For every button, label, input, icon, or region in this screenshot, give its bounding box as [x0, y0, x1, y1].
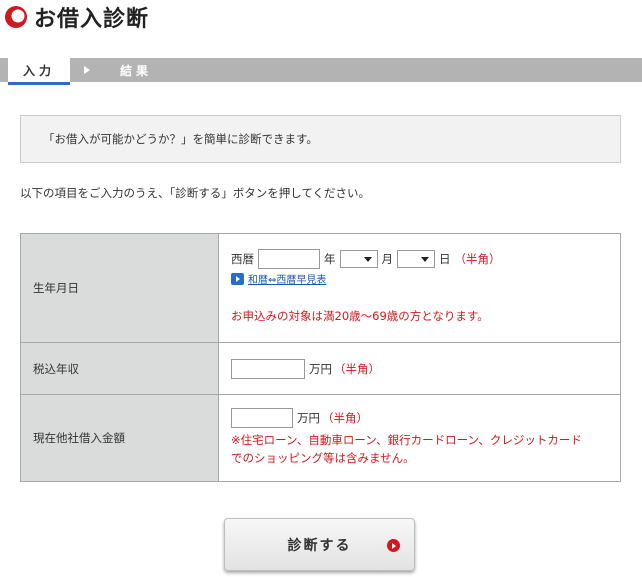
era-label: 西暦 [231, 252, 254, 266]
play-circle-icon [387, 539, 400, 552]
income-unit: 万円 [309, 361, 332, 376]
debt-unit: 万円 [297, 411, 320, 425]
page-header: お借入診断 [4, 2, 149, 32]
chevron-down-icon [421, 257, 429, 262]
debt-note-line1: ※住宅ローン、自動車ローン、銀行カードローン、クレジットカード [231, 433, 582, 447]
birth-month-select[interactable] [339, 250, 378, 268]
instruction-text: 以下の項目をご入力のうえ、「診断する」ボタンを押してください。 [20, 186, 371, 200]
diagnose-button[interactable]: 診断する [224, 518, 415, 571]
form-row-debt: 現在他社借入金額 万円 （半角） ※住宅ローン、自動車ローン、銀行カードローン、… [20, 394, 621, 482]
form-row-income: 税込年収 万円 （半角） [20, 342, 621, 395]
birth-year-input[interactable] [258, 249, 320, 269]
debt-note-line2: でのショッピング等は含みません。 [231, 451, 415, 465]
birth-day-select[interactable] [397, 250, 435, 268]
step-input-active: 入力 [8, 58, 70, 85]
year-unit: 年 [324, 252, 336, 266]
diagnose-button-label: 診断する [287, 537, 352, 554]
income-label: 税込年収 [20, 342, 219, 395]
step-arrow-icon [84, 66, 90, 74]
form-row-birthdate: 生年月日 西暦 年 月 日 （半角） 和暦⇔西暦早見表 お申込みの対象は満20歳… [20, 233, 621, 343]
hankaku-note: （半角） [454, 252, 501, 266]
intro-text: 「お借入が可能かどうか？」を簡単に診断できます。 [43, 132, 318, 146]
debt-label: 現在他社借入金額 [20, 394, 219, 482]
income-input[interactable] [231, 358, 305, 379]
diagnosis-form: 生年月日 西暦 年 月 日 （半角） 和暦⇔西暦早見表 お申込みの対象は満20歳… [20, 233, 621, 482]
step-indicator: 入力 結果 [0, 58, 642, 85]
chevron-down-icon [363, 257, 372, 262]
hankaku-note: （半角） [334, 361, 380, 376]
birthdate-label: 生年月日 [20, 233, 219, 343]
debt-note: ※住宅ローン、自動車ローン、銀行カードローン、クレジットカード でのショッピング… [231, 431, 620, 467]
income-cell: 万円 （半角） [218, 342, 621, 395]
step-result: 結果 [120, 63, 153, 78]
day-unit: 日 [439, 252, 451, 266]
arrow-right-icon [231, 272, 244, 285]
debt-input[interactable] [231, 408, 293, 428]
debt-cell: 万円 （半角） ※住宅ローン、自動車ローン、銀行カードローン、クレジットカード … [218, 394, 621, 482]
hankaku-note: （半角） [322, 411, 368, 425]
red-circle-logo-icon [5, 6, 27, 28]
page-title: お借入診断 [34, 7, 150, 32]
age-note: お申込みの対象は満20歳～69歳の方となります。 [231, 309, 489, 323]
month-unit: 月 [381, 252, 394, 266]
birthdate-cell: 西暦 年 月 日 （半角） 和暦⇔西暦早見表 お申込みの対象は満20歳～69歳の… [218, 233, 621, 343]
intro-box: 「お借入が可能かどうか？」を簡単に診断できます。 [20, 115, 621, 163]
era-conversion-link[interactable]: 和暦⇔西暦早見表 [248, 271, 326, 286]
